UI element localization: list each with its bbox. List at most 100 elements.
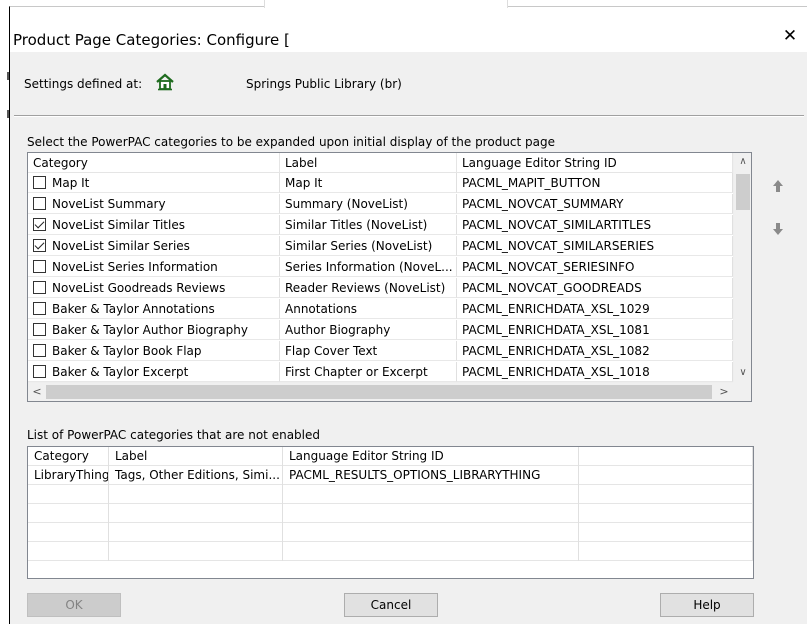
string-id-cell: PACML_NOVCAT_GOODREADS xyxy=(457,278,733,298)
table-row[interactable]: NoveList Summary Summary (NoveList) PACML_… xyxy=(28,194,733,214)
close-icon[interactable]: ✕ xyxy=(778,24,802,48)
scroll-left-icon[interactable]: < xyxy=(28,383,46,401)
category-name: NoveList Similar Series xyxy=(52,239,190,253)
vertical-scroll-thumb[interactable] xyxy=(736,174,750,210)
label-cell: First Chapter or Excerpt xyxy=(280,362,457,382)
category-cell: Baker & Taylor Annotations xyxy=(28,299,280,319)
table-row[interactable]: Baker & Taylor Excerpt First Chapter or E… xyxy=(28,362,733,382)
grid-header-row: Category Label Language Editor String ID xyxy=(28,447,753,466)
table-row[interactable] xyxy=(28,485,753,504)
category-cell: Map It xyxy=(28,173,280,193)
arrow-up-icon xyxy=(773,180,783,192)
label-cell: Reader Reviews (NoveList) xyxy=(280,278,457,298)
empty-cell xyxy=(283,523,579,542)
empty-cell xyxy=(28,504,109,523)
category-name: Baker & Taylor Annotations xyxy=(52,302,215,316)
category-cell: NoveList Similar Series xyxy=(28,236,280,256)
empty-cell xyxy=(28,542,109,561)
category-cell: NoveList Goodreads Reviews xyxy=(28,278,280,298)
column-header-string-id[interactable]: Language Editor String ID xyxy=(283,447,579,466)
expand-checkbox[interactable] xyxy=(33,281,46,294)
arrow-down-icon xyxy=(773,223,783,235)
table-row[interactable]: NoveList Goodreads Reviews Reader Reviews… xyxy=(28,278,733,298)
table-row[interactable] xyxy=(28,504,753,523)
expanded-categories-grid: Category Label Language Editor String ID… xyxy=(27,152,752,402)
empty-cell xyxy=(579,542,753,561)
category-cell: NoveList Series Information xyxy=(28,257,280,277)
table-row[interactable] xyxy=(28,542,753,561)
separator xyxy=(14,115,804,117)
expand-checkbox[interactable] xyxy=(33,176,46,189)
table-row[interactable] xyxy=(28,523,753,542)
empty-cell xyxy=(28,485,109,504)
table-row[interactable]: NoveList Similar Titles Similar Titles (N… xyxy=(28,215,733,235)
grid-header-row: Category Label Language Editor String ID xyxy=(28,153,733,173)
category-cell: Baker & Taylor Excerpt xyxy=(28,362,280,382)
category-name: Baker & Taylor Book Flap xyxy=(52,344,202,358)
help-button[interactable]: Help xyxy=(660,593,754,617)
expand-checkbox[interactable] xyxy=(33,302,46,315)
move-up-button[interactable] xyxy=(767,175,789,197)
category-name: NoveList Summary xyxy=(52,197,166,211)
table-row[interactable]: NoveList Similar Series Similar Series (N… xyxy=(28,236,733,256)
category-cell: LibraryThing xyxy=(28,466,109,485)
table-row[interactable]: Map It Map It PACML_MAPIT_BUTTON xyxy=(28,173,733,193)
move-down-button[interactable] xyxy=(767,218,789,240)
scroll-right-icon[interactable]: > xyxy=(715,383,733,401)
extra-cell xyxy=(579,466,753,485)
column-header-label[interactable]: Label xyxy=(109,447,283,466)
column-header-category[interactable]: Category xyxy=(28,447,109,466)
expand-checkbox[interactable] xyxy=(33,239,46,252)
empty-cell xyxy=(28,523,109,542)
expand-checkbox[interactable] xyxy=(33,323,46,336)
string-id-cell: PACML_MAPIT_BUTTON xyxy=(457,173,733,193)
scroll-down-icon[interactable]: ∨ xyxy=(734,364,751,382)
expand-checkbox[interactable] xyxy=(33,344,46,357)
expand-checkbox[interactable] xyxy=(33,218,46,231)
expand-checkbox[interactable] xyxy=(33,365,46,378)
label-cell: Flap Cover Text xyxy=(280,341,457,361)
cancel-button[interactable]: Cancel xyxy=(344,593,438,617)
background-window-edge xyxy=(0,70,9,130)
dialog-title: Product Page Categories: Configure [ xyxy=(13,31,290,49)
column-header-category[interactable]: Category xyxy=(28,153,280,173)
string-id-cell: PACML_ENRICHDATA_XSL_1029 xyxy=(457,299,733,319)
table-row[interactable]: LibraryThing Tags, Other Editions, Simi..… xyxy=(28,466,753,485)
ok-button[interactable]: OK xyxy=(27,593,121,617)
empty-cell xyxy=(109,523,283,542)
expanded-grid-caption: Select the PowerPAC categories to be exp… xyxy=(27,135,556,149)
table-row[interactable]: NoveList Series Information Series Inform… xyxy=(28,257,733,277)
string-id-cell: PACML_NOVCAT_SUMMARY xyxy=(457,194,733,214)
column-header-extra xyxy=(579,447,753,466)
table-row[interactable]: Baker & Taylor Book Flap Flap Cover Text P… xyxy=(28,341,733,361)
empty-cell xyxy=(579,504,753,523)
category-name: NoveList Similar Titles xyxy=(52,218,185,232)
disabled-grid-caption: List of PowerPAC categories that are not… xyxy=(27,428,320,442)
category-name: NoveList Series Information xyxy=(52,260,218,274)
scroll-corner xyxy=(733,382,751,401)
table-row[interactable]: Baker & Taylor Author Biography Author Bi… xyxy=(28,320,733,340)
category-name: Baker & Taylor Excerpt xyxy=(52,365,189,379)
disabled-categories-grid: Category Label Language Editor String ID… xyxy=(27,446,754,579)
horizontal-scrollbar[interactable]: < > xyxy=(28,382,733,401)
category-cell: Baker & Taylor Author Biography xyxy=(28,320,280,340)
table-row[interactable]: Baker & Taylor Annotations Annotations PAC… xyxy=(28,299,733,319)
empty-cell xyxy=(109,485,283,504)
string-id-cell: PACML_ENRICHDATA_XSL_1082 xyxy=(457,341,733,361)
category-name: Map It xyxy=(52,176,90,190)
category-cell: NoveList Summary xyxy=(28,194,280,214)
string-id-cell: PACML_NOVCAT_SIMILARSERIES xyxy=(457,236,733,256)
label-cell: Summary (NoveList) xyxy=(280,194,457,214)
label-cell: Similar Series (NoveList) xyxy=(280,236,457,256)
expand-checkbox[interactable] xyxy=(33,260,46,273)
vertical-scrollbar[interactable]: ∧ ∨ xyxy=(733,153,751,382)
settings-label: Settings defined at: xyxy=(24,77,143,91)
column-header-string-id[interactable]: Language Editor String ID xyxy=(457,153,733,173)
column-header-label[interactable]: Label xyxy=(280,153,457,173)
label-cell: Annotations xyxy=(280,299,457,319)
horizontal-scroll-thumb[interactable] xyxy=(46,385,712,399)
empty-cell xyxy=(109,504,283,523)
scroll-up-icon[interactable]: ∧ xyxy=(734,153,751,171)
expand-checkbox[interactable] xyxy=(33,197,46,210)
label-cell: Tags, Other Editions, Simi... xyxy=(109,466,283,485)
